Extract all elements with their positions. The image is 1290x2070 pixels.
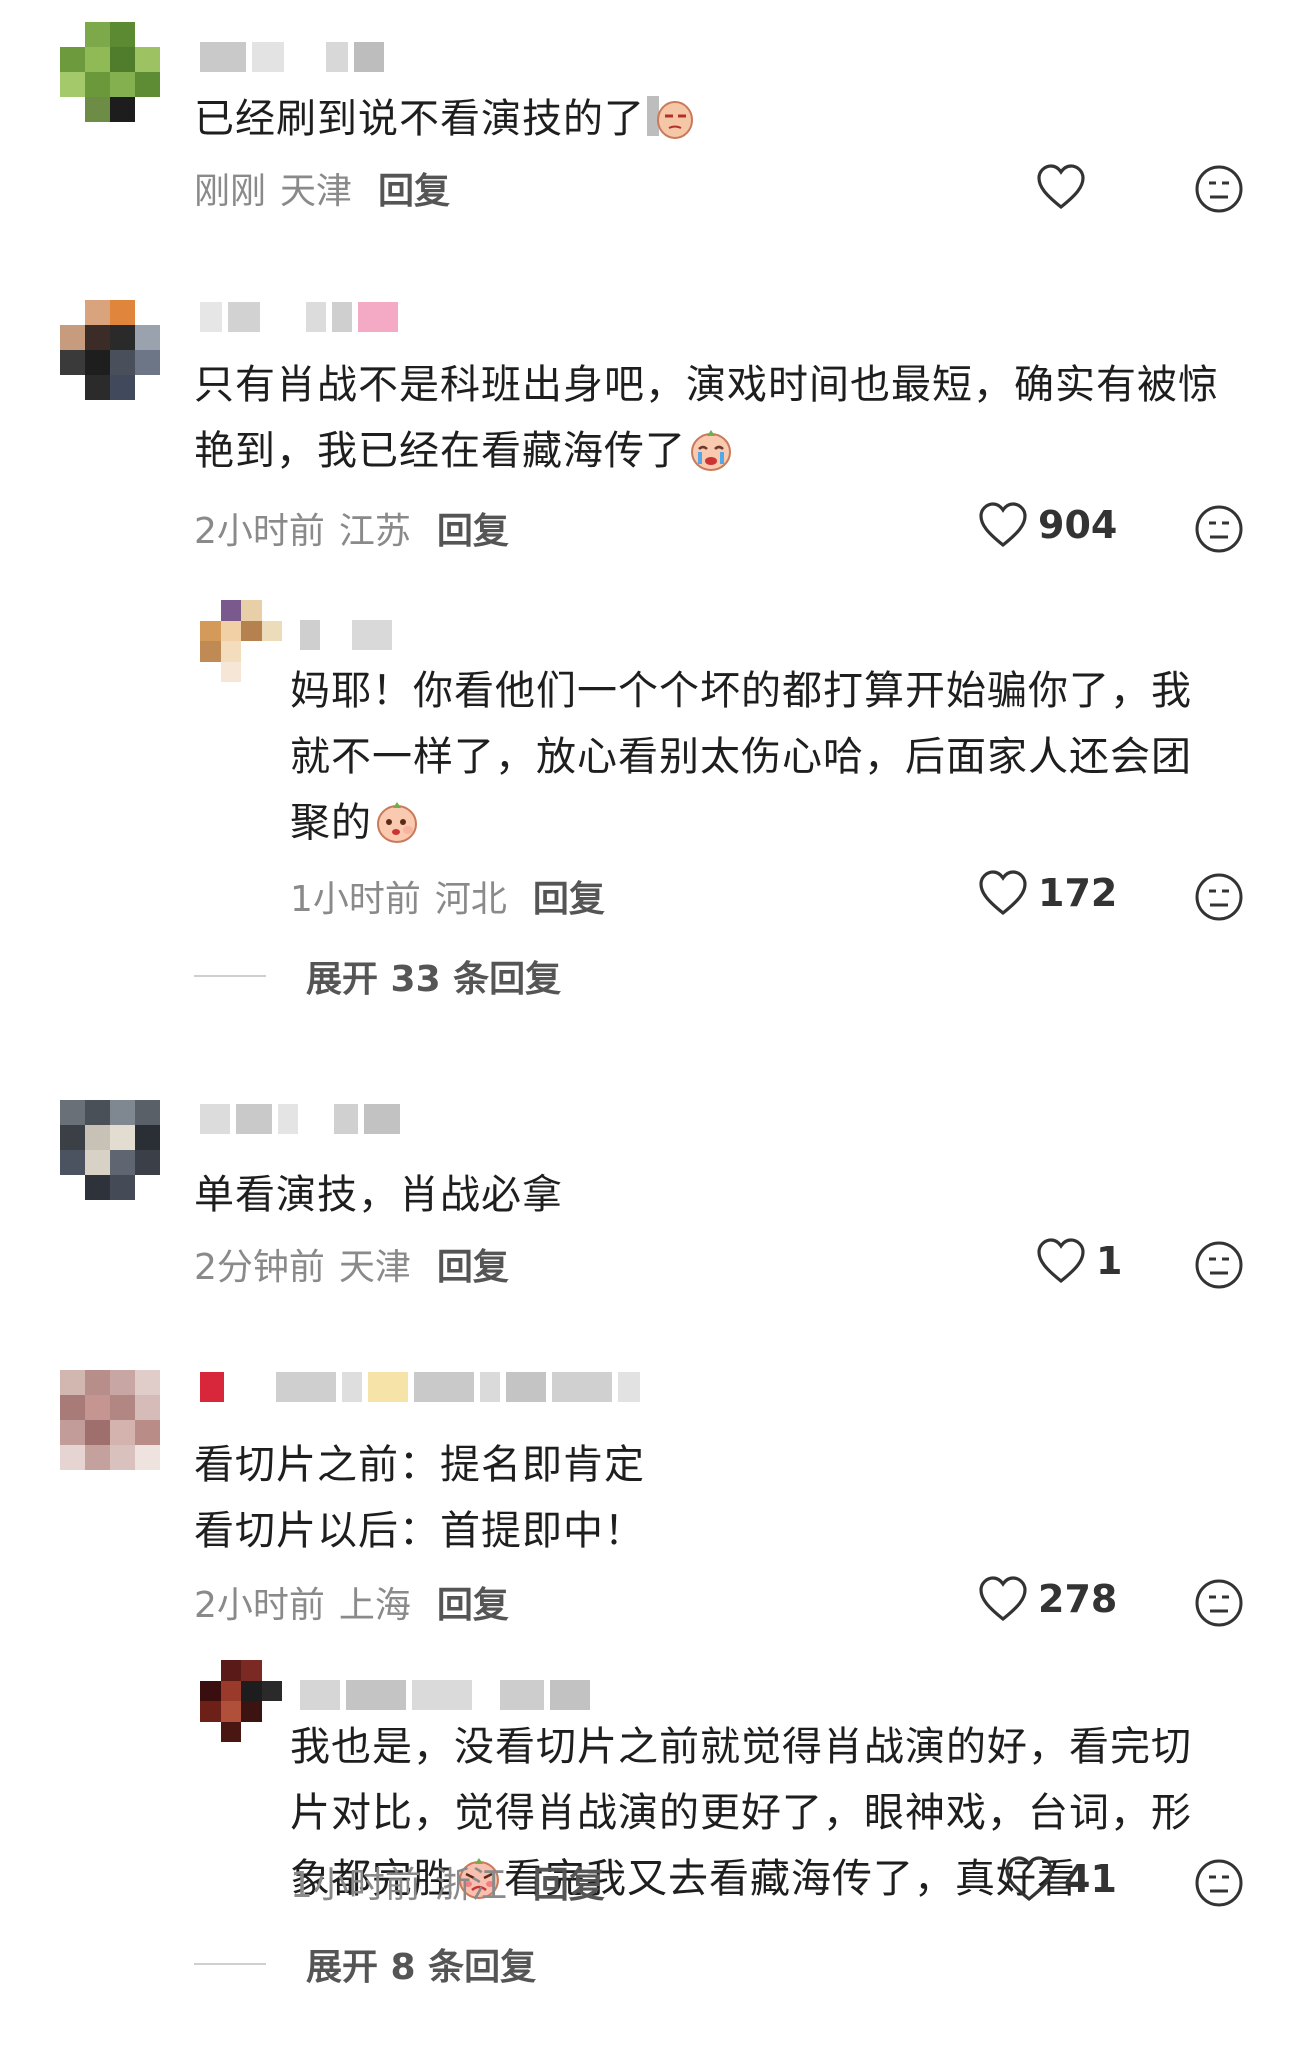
comment-location: 天津 — [338, 1247, 411, 1288]
comment-text-line2: 看切片以后：首提即中！ — [194, 1508, 645, 1554]
dislike-icon[interactable] — [1194, 164, 1244, 214]
username-blurred[interactable] — [200, 300, 398, 334]
smirk-emoji-icon — [647, 96, 693, 139]
avatar[interactable] — [60, 300, 160, 400]
reply-meta: 1小时前 河北 回复 — [290, 870, 605, 922]
like-button[interactable]: 41 — [1004, 1856, 1117, 1902]
reply-location: 浙江 — [434, 1865, 507, 1906]
comment-time: 2小时前 — [194, 1585, 325, 1626]
comment-item: 看切片之前：提名即肯定 看切片以后：首提即中！ 2小时前 上海 回复 278 我… — [0, 1360, 1290, 2070]
heart-icon — [979, 502, 1027, 548]
comment-text-line1: 看切片之前：提名即肯定 — [194, 1442, 645, 1488]
comment-time: 2分钟前 — [194, 1247, 325, 1288]
avatar[interactable] — [60, 1370, 160, 1470]
heart-icon — [979, 1576, 1027, 1622]
reply-button[interactable]: 回复 — [437, 1238, 509, 1290]
dislike-icon[interactable] — [1194, 504, 1244, 554]
like-button[interactable]: 278 — [978, 1576, 1117, 1622]
reply-location: 河北 — [434, 879, 507, 920]
divider-line — [194, 1963, 266, 1965]
like-count: 41 — [1064, 1857, 1117, 1901]
username-blurred[interactable] — [200, 40, 384, 74]
reply-username-blurred[interactable] — [300, 1678, 590, 1712]
comment-text: 单看演技，肖战必拿 — [194, 1172, 563, 1218]
like-count: 172 — [1038, 871, 1118, 915]
divider-line — [194, 975, 266, 977]
avatar[interactable] — [60, 22, 160, 122]
expand-replies-button[interactable]: 展开 8 条回复 — [194, 1938, 536, 1990]
comment-meta: 2分钟前 天津 回复 — [194, 1238, 509, 1290]
like-button[interactable]: 904 — [978, 502, 1117, 548]
comment-meta: 2小时前 江苏 回复 — [194, 502, 509, 554]
comment-location: 上海 — [338, 1585, 411, 1626]
comment-text: 已经刷到说不看演技的了 — [194, 86, 695, 152]
shy-emoji-icon — [377, 802, 417, 843]
reply-text: 妈耶！你看他们一个个坏的都打算开始骗你了，我就不一样了，放心看别太伤心哈，后面家… — [290, 668, 1192, 846]
heart-icon — [979, 870, 1027, 916]
expand-replies-label: 展开 33 条回复 — [306, 959, 562, 1000]
crying-emoji-icon — [691, 430, 731, 471]
heart-icon — [1005, 1856, 1053, 1902]
like-button[interactable]: 1 — [1036, 1238, 1122, 1284]
expand-replies-button[interactable]: 展开 33 条回复 — [194, 950, 561, 1002]
reply-button[interactable]: 回复 — [533, 1856, 605, 1908]
comment-item: 已经刷到说不看演技的了 刚刚 天津 回复 — [0, 0, 1290, 230]
reply-button[interactable]: 回复 — [437, 502, 509, 554]
dislike-icon[interactable] — [1194, 872, 1244, 922]
like-count: 278 — [1038, 1577, 1118, 1621]
dislike-icon[interactable] — [1194, 1858, 1244, 1908]
reply-time: 1小时前 — [290, 1865, 421, 1906]
comment-meta: 2小时前 上海 回复 — [194, 1576, 509, 1628]
like-count: 1 — [1096, 1239, 1123, 1283]
reply-avatar[interactable] — [200, 600, 282, 682]
comment-meta: 刚刚 天津 回复 — [194, 162, 450, 214]
reply-time: 1小时前 — [290, 879, 421, 920]
comment-item: 只有肖战不是科班出身吧，演戏时间也最短，确实有被惊艳到，我已经在看藏海传了 2小… — [0, 290, 1290, 1010]
username-blurred[interactable] — [200, 1370, 640, 1404]
comment-location: 江苏 — [338, 511, 411, 552]
comment-time: 刚刚 — [194, 171, 267, 212]
comment-location: 天津 — [280, 171, 353, 212]
username-blurred[interactable] — [200, 1102, 400, 1136]
expand-replies-label: 展开 8 条回复 — [306, 1947, 537, 1988]
like-button[interactable] — [1036, 164, 1086, 210]
reply-button[interactable]: 回复 — [533, 870, 605, 922]
comment-text: 只有肖战不是科班出身吧，演戏时间也最短，确实有被惊艳到，我已经在看藏海传了 — [194, 362, 1219, 474]
like-count: 904 — [1038, 503, 1118, 547]
avatar[interactable] — [60, 1100, 160, 1200]
heart-icon — [1037, 1238, 1085, 1284]
reply-avatar[interactable] — [200, 1660, 282, 1742]
dislike-icon[interactable] — [1194, 1240, 1244, 1290]
comment-item: 单看演技，肖战必拿 2分钟前 天津 回复 1 — [0, 1090, 1290, 1320]
comment-time: 2小时前 — [194, 511, 325, 552]
dislike-icon[interactable] — [1194, 1578, 1244, 1628]
reply-button[interactable]: 回复 — [437, 1576, 509, 1628]
like-button[interactable]: 172 — [978, 870, 1117, 916]
reply-username-blurred[interactable] — [300, 618, 392, 652]
heart-icon — [1037, 164, 1085, 210]
reply-button[interactable]: 回复 — [378, 162, 450, 214]
reply-meta: 1小时前 浙江 回复 — [290, 1856, 605, 1908]
